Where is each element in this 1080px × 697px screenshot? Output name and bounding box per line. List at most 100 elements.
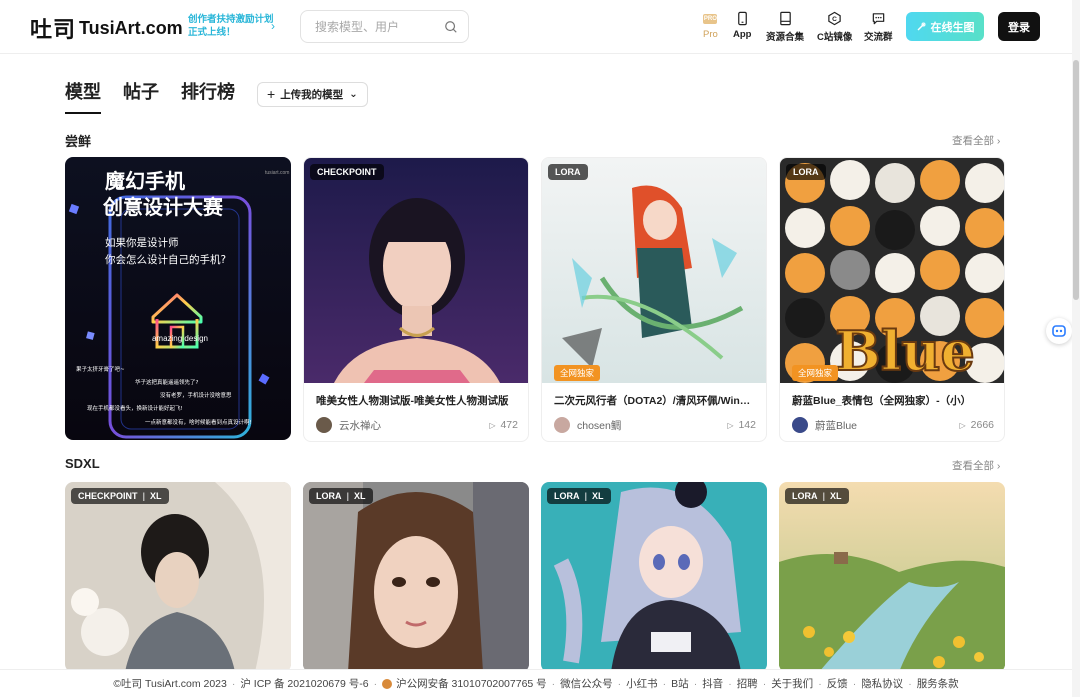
model-card[interactable]: CHECKPOINT 唯美女性人物测试版-唯美女性人物测试版 云水禅心 ▷ 472 [303, 157, 529, 442]
avatar[interactable] [316, 417, 332, 433]
footer-xiaohongshu[interactable]: 小红书 [626, 676, 658, 691]
upload-model-button[interactable]: + 上传我的模型 ⌄ [257, 81, 368, 107]
phone-icon [737, 11, 747, 26]
card-info: 二次元风行者（DOTA2）/清风环佩/Windranger chosen鲷 ▷ 1… [542, 383, 766, 441]
page-scrollbar[interactable] [1072, 0, 1080, 697]
robot-icon [1052, 325, 1066, 337]
online-generate-label: 在线生图 [930, 21, 975, 34]
contest-poster-card[interactable]: 魔幻手机 创意设计大赛 如果你是设计师 你会怎么设计自己的手机? amazing… [65, 157, 291, 440]
nav-mirror[interactable]: C C站镜像 [817, 11, 852, 43]
poster-site: tusiart.com [265, 170, 289, 176]
promo-banner[interactable]: 创作者扶持激励计划 正式上线！ [188, 13, 274, 39]
poster-bubble-5: 一点新意都没有，啥时候能看到点真设计啊! [145, 418, 252, 426]
pen-icon [917, 22, 925, 30]
login-button[interactable]: 登录 [998, 12, 1040, 41]
author-name[interactable]: chosen鲷 [577, 418, 621, 433]
poster-bubble-2: 华子这把真能遥遥领先了? [135, 378, 199, 386]
logo-mark: 吐司 [30, 17, 77, 42]
author-name[interactable]: 云水禅心 [339, 418, 381, 433]
section-title-sdxl: SDXL [65, 456, 100, 471]
model-thumbnail: LORA | XL [303, 482, 529, 672]
card-title[interactable]: 唯美女性人物测试版-唯美女性人物测试版 [316, 393, 518, 408]
tag-label: CHECKPOINT [78, 491, 138, 501]
author-name[interactable]: 蔚蓝Blue [815, 418, 857, 433]
pro-icon: PRO [703, 14, 718, 24]
nav-resources[interactable]: 资源合集 [766, 11, 804, 43]
poster-sub-1: 如果你是设计师 [105, 236, 179, 249]
see-all-fresh-link[interactable]: 查看全部 › [952, 133, 1000, 148]
nav-pro-label: Pro [703, 29, 718, 40]
model-card[interactable]: LORA 全网独家 二次元风行者（DOTA2）/清风环佩/Windranger … [541, 157, 767, 442]
promo-line-2: 正式上线！ [188, 27, 236, 38]
avatar[interactable] [554, 417, 570, 433]
see-all-sdxl-link[interactable]: 查看全部 › [952, 458, 1000, 473]
model-card[interactable]: LORA | XL [541, 482, 767, 672]
site-logo[interactable]: 吐司 TusiArt.com [30, 12, 183, 44]
footer-wechat[interactable]: 微信公众号 [560, 676, 613, 691]
footer-icp[interactable]: 沪 ICP 备 2021020679 号-6 [240, 676, 368, 691]
model-thumbnail: Blue LORA 全网独家 [780, 158, 1004, 383]
plus-icon: + [267, 86, 276, 102]
assistant-float-button[interactable] [1046, 318, 1072, 344]
model-type-tag: LORA [786, 164, 826, 180]
card-info: 蔚蓝Blue_表情包（全网独家）-（小） 蔚蓝Blue ▷ 2666 [780, 383, 1004, 441]
book-icon [779, 11, 791, 26]
section-title-fresh: 尝鲜 [65, 134, 92, 149]
tag-label: LORA [316, 491, 342, 501]
footer-privacy[interactable]: 隐私协议 [861, 676, 903, 691]
see-all-label: 查看全部 [952, 135, 994, 147]
poster-title-1: 魔幻手机 [105, 169, 185, 193]
nav-pro[interactable]: PRO Pro [703, 11, 718, 40]
tag-xl: XL [592, 491, 604, 501]
play-icon: ▷ [959, 420, 966, 430]
run-count-value: 142 [738, 419, 756, 431]
footer-douyin[interactable]: 抖音 [702, 676, 723, 691]
footer-bilibili[interactable]: B站 [671, 676, 689, 691]
run-count: ▷ 142 [727, 419, 756, 431]
model-card[interactable]: LORA | XL [779, 482, 1005, 672]
card-title[interactable]: 蔚蓝Blue_表情包（全网独家）-（小） [792, 393, 994, 408]
nav-mirror-label: C站镜像 [817, 32, 853, 43]
poster-bubble-1: 果子太挤牙膏了吧~ [76, 365, 125, 373]
nav-app[interactable]: App [733, 11, 751, 40]
search-box[interactable] [300, 10, 469, 43]
scrollbar-thumb[interactable] [1073, 60, 1079, 300]
footer-police[interactable]: 沪公网安备 31010702007765 号 [396, 676, 547, 691]
model-card[interactable]: LORA | XL [303, 482, 529, 672]
hexagon-icon: C [828, 11, 841, 26]
poster-bubble-3: 没有老罗，手机设计没啥意思 [160, 391, 232, 399]
model-card[interactable]: Blue LORA 全网独家 蔚蓝Blue_表情包（全网独家）-（小） 蔚蓝Bl… [779, 157, 1005, 442]
search-icon[interactable] [444, 20, 458, 34]
tab-posts[interactable]: 帖子 [123, 80, 159, 108]
avatar[interactable] [792, 417, 808, 433]
footer-feedback[interactable]: 反馈 [827, 676, 848, 691]
tab-ranking[interactable]: 排行榜 [181, 80, 235, 108]
blue-overlay-text: Blue [835, 319, 975, 383]
model-thumbnail: CHECKPOINT | XL [65, 482, 291, 672]
tab-models[interactable]: 模型 [65, 80, 101, 114]
model-type-tag: LORA | XL [785, 488, 849, 504]
footer-terms[interactable]: 服务条款 [917, 676, 959, 691]
tag-xl: XL [354, 491, 366, 501]
chevron-down-icon: ⌄ [349, 88, 358, 100]
card-meta: 蔚蓝Blue ▷ 2666 [792, 417, 994, 433]
chevron-right-icon[interactable]: › [271, 19, 275, 33]
exclusive-badge: 全网独家 [792, 365, 839, 381]
main-tabs: 模型 帖子 排行榜 + 上传我的模型 ⌄ [65, 80, 368, 114]
model-card[interactable]: CHECKPOINT | XL [65, 482, 291, 672]
card-title[interactable]: 二次元风行者（DOTA2）/清风环佩/Windranger [554, 393, 756, 408]
svg-text:C: C [832, 16, 837, 23]
model-type-tag: LORA [548, 164, 588, 180]
chevron-right-icon: › [996, 135, 1001, 147]
model-thumbnail: LORA | XL [779, 482, 1005, 672]
online-generate-button[interactable]: 在线生图 [906, 12, 984, 41]
model-thumbnail: LORA 全网独家 [542, 158, 766, 383]
contest-poster-image: 魔幻手机 创意设计大赛 如果你是设计师 你会怎么设计自己的手机? amazing… [65, 157, 291, 440]
footer-jobs[interactable]: 招聘 [737, 676, 758, 691]
nav-group[interactable]: 交流群 [864, 11, 893, 43]
footer-about[interactable]: 关于我们 [771, 676, 813, 691]
tag-xl: XL [830, 491, 842, 501]
model-thumbnail: CHECKPOINT [304, 158, 528, 383]
search-input[interactable] [315, 19, 435, 34]
card-meta: chosen鲷 ▷ 142 [554, 417, 756, 433]
